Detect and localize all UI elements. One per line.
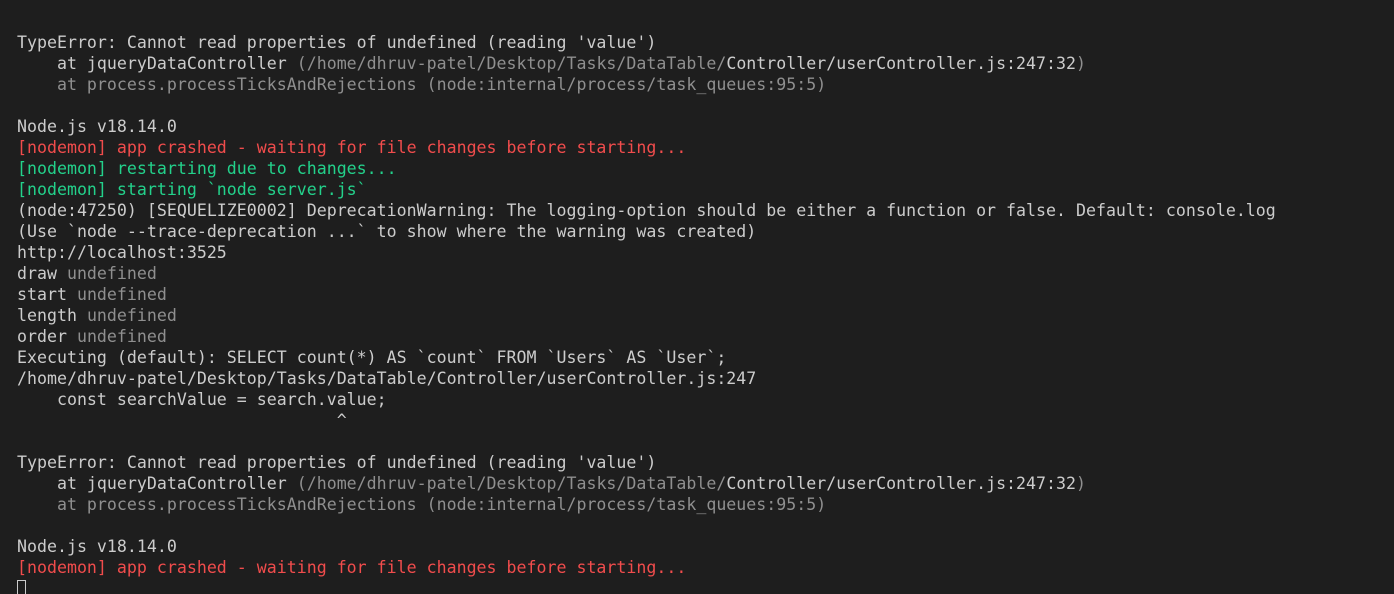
terminal-line: at process.processTicksAndRejections (no… [17, 494, 1394, 515]
terminal-line: (node:47250) [SEQUELIZE0002] Deprecation… [17, 200, 1394, 221]
terminal-text-segment: draw [17, 264, 67, 283]
terminal-text-segment: ^ [17, 0, 227, 10]
terminal-line: draw undefined [17, 263, 1394, 284]
terminal-text-segment: ^ [17, 411, 347, 430]
terminal-line: const searchValue = search.value; [17, 389, 1394, 410]
terminal-text-segment: [nodemon] app crashed - waiting for file… [17, 558, 687, 577]
terminal-text-segment: ) [1076, 474, 1086, 493]
terminal-text-segment: length [17, 306, 87, 325]
terminal-text-segment: Controller/userController.js:247:32 [726, 54, 1076, 73]
terminal-text-segment: undefined [76, 285, 167, 304]
terminal-text-segment: ) [1076, 54, 1086, 73]
terminal-text-segment: Controller/userController.js:247:32 [726, 474, 1076, 493]
terminal-text-segment: Executing (default): SELECT count(*) AS … [17, 348, 727, 367]
terminal-text-segment: const searchValue = search.value; [17, 390, 387, 409]
terminal-text-segment: Node.js v18.14.0 [17, 117, 177, 136]
terminal-text-segment: [nodemon] starting `node server.js` [17, 180, 367, 199]
terminal-line: length undefined [17, 305, 1394, 326]
terminal-line: order undefined [17, 326, 1394, 347]
terminal-text-segment: (Use `node --trace-deprecation ...` to s… [17, 222, 757, 241]
terminal-text-segment: undefined [86, 306, 177, 325]
terminal-line: at process.processTicksAndRejections (no… [17, 74, 1394, 95]
terminal-line: TypeError: Cannot read properties of und… [17, 452, 1394, 473]
terminal-cursor [17, 580, 26, 594]
terminal-line: Node.js v18.14.0 [17, 536, 1394, 557]
terminal-text-segment: http://localhost:3525 [17, 243, 227, 262]
terminal-text-segment: TypeError: Cannot read properties of und… [17, 33, 657, 52]
terminal-text-segment: TypeError: Cannot read properties of und… [17, 453, 657, 472]
terminal-line: http://localhost:3525 [17, 242, 1394, 263]
terminal-text-segment: at jqueryDataController [17, 54, 297, 73]
terminal-text-segment: Node.js v18.14.0 [17, 537, 177, 556]
terminal-line: ^ [17, 410, 1394, 431]
terminal-text-segment: start [17, 285, 77, 304]
terminal-window[interactable]: ^ TypeError: Cannot read properties of un… [0, 0, 1394, 594]
terminal-text-segment: undefined [76, 327, 167, 346]
terminal-text-segment: at process.processTicksAndRejections (no… [17, 495, 827, 514]
terminal-line: ^ [17, 0, 1394, 11]
terminal-text-segment: order [17, 327, 77, 346]
terminal-line: [nodemon] starting `node server.js` [17, 179, 1394, 200]
terminal-text-segment: at process.processTicksAndRejections (no… [17, 75, 827, 94]
terminal-line: [nodemon] app crashed - waiting for file… [17, 137, 1394, 158]
terminal-line: at jqueryDataController (/home/dhruv-pat… [17, 53, 1394, 74]
terminal-text-segment: [nodemon] app crashed - waiting for file… [17, 138, 687, 157]
terminal-line: [nodemon] restarting due to changes... [17, 158, 1394, 179]
terminal-line: start undefined [17, 284, 1394, 305]
terminal-text-segment: undefined [66, 264, 157, 283]
terminal-text-segment: (node:47250) [SEQUELIZE0002] Deprecation… [17, 201, 1276, 220]
terminal-output: ^ TypeError: Cannot read properties of un… [17, 0, 1394, 594]
terminal-prompt-line[interactable] [17, 578, 1394, 594]
terminal-line: Executing (default): SELECT count(*) AS … [17, 347, 1394, 368]
terminal-line: TypeError: Cannot read properties of und… [17, 32, 1394, 53]
terminal-text-segment: (/home/dhruv-patel/Desktop/Tasks/DataTab… [296, 54, 727, 73]
terminal-line: at jqueryDataController (/home/dhruv-pat… [17, 473, 1394, 494]
terminal-text-segment: [nodemon] restarting due to changes... [17, 159, 397, 178]
terminal-line: Node.js v18.14.0 [17, 116, 1394, 137]
terminal-text-segment: at jqueryDataController [17, 474, 297, 493]
terminal-line: /home/dhruv-patel/Desktop/Tasks/DataTabl… [17, 368, 1394, 389]
terminal-line: [nodemon] app crashed - waiting for file… [17, 557, 1394, 578]
terminal-text-segment: (/home/dhruv-patel/Desktop/Tasks/DataTab… [296, 474, 727, 493]
terminal-text-segment: /home/dhruv-patel/Desktop/Tasks/DataTabl… [17, 369, 757, 388]
terminal-line: (Use `node --trace-deprecation ...` to s… [17, 221, 1394, 242]
